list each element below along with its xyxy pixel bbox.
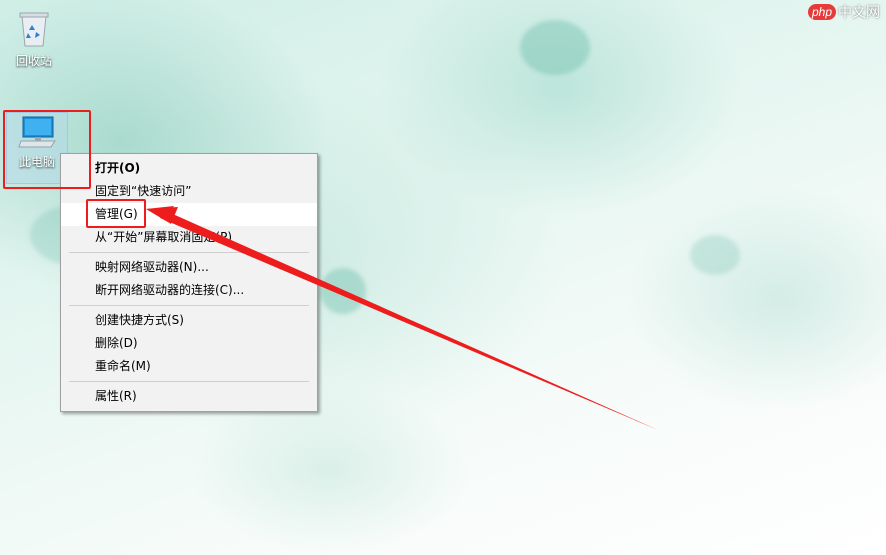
- menu-item-disconnect-network-drive[interactable]: 断开网络驱动器的连接(C)...: [61, 279, 317, 302]
- background-blot: [320, 268, 366, 314]
- background-blot: [520, 20, 590, 75]
- menu-item-pin-quick-access[interactable]: 固定到“快速访问”: [61, 180, 317, 203]
- desktop-icon-this-pc[interactable]: 此电脑: [6, 112, 68, 184]
- menu-item-unpin-start[interactable]: 从“开始”屏幕取消固定(P): [61, 226, 317, 249]
- background-blot: [690, 235, 740, 275]
- desktop-icon-label: 回收站: [15, 54, 52, 68]
- menu-separator: [69, 381, 309, 382]
- menu-item-rename[interactable]: 重命名(M): [61, 355, 317, 378]
- recycle-bin-icon: [19, 12, 49, 47]
- menu-separator: [69, 252, 309, 253]
- menu-item-open[interactable]: 打开(O): [61, 157, 317, 180]
- watermark-text: 中文网: [838, 4, 880, 20]
- php-watermark: php 中文网: [807, 2, 880, 22]
- menu-item-create-shortcut[interactable]: 创建快捷方式(S): [61, 309, 317, 332]
- menu-separator: [69, 305, 309, 306]
- computer-monitor-icon: [18, 116, 56, 148]
- desktop-icon-label: 此电脑: [18, 155, 55, 169]
- menu-item-map-network-drive[interactable]: 映射网络驱动器(N)...: [61, 256, 317, 279]
- desktop-icon-recycle-bin[interactable]: 回收站: [4, 10, 64, 69]
- menu-item-properties[interactable]: 属性(R): [61, 385, 317, 408]
- context-menu: 打开(O) 固定到“快速访问” 管理(G) 从“开始”屏幕取消固定(P) 映射网…: [60, 153, 318, 412]
- watermark-badge: php: [807, 4, 836, 20]
- desktop: 回收站 此电脑 打开(O) 固定到“快速访问” 管理(G) 从“开始”屏幕取消固…: [0, 0, 886, 555]
- menu-item-delete[interactable]: 删除(D): [61, 332, 317, 355]
- menu-item-manage[interactable]: 管理(G): [61, 203, 317, 226]
